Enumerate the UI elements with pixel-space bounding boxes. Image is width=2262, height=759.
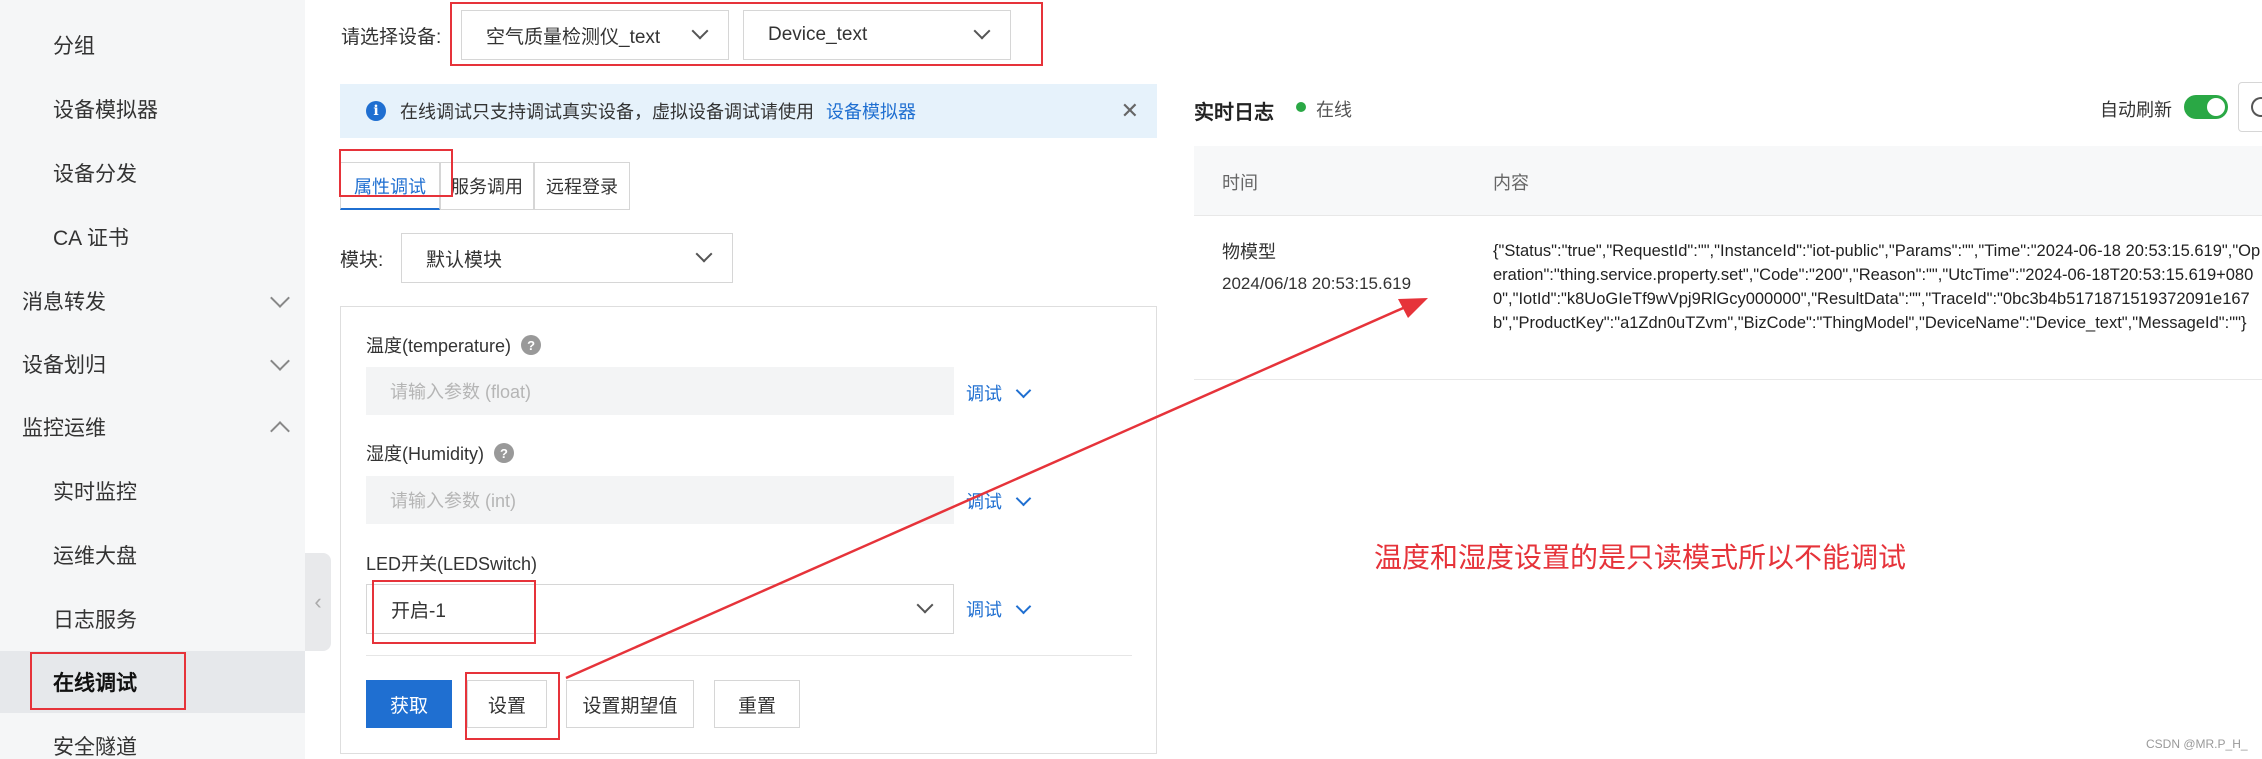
info-icon: i [366,101,386,121]
column-header-time: 时间 [1222,173,1258,193]
sidebar-item-label: 安全隧道 [53,736,137,759]
sidebar-item-label: 设备分发 [53,163,137,186]
sidebar-item-device-simulator[interactable]: 设备模拟器 [0,78,305,140]
sidebar-item-label: 日志服务 [53,609,137,632]
temperature-debug-link[interactable]: 调试 [966,380,1032,406]
sidebar-item-label: CA 证书 [53,227,129,250]
refresh-icon [2251,97,2262,117]
property-label-text: LED开关(LEDSwitch) [366,554,538,574]
chevron-down-icon [1015,490,1032,506]
property-label-text: 湿度(Humidity) [366,444,485,464]
get-button[interactable]: 获取 [366,680,452,728]
module-label: 模块: [340,250,384,271]
module-select-value: 默认模块 [426,249,503,271]
column-header-content: 内容 [1493,173,1529,193]
help-icon[interactable]: ? [521,335,542,355]
highlight-box [339,149,453,197]
highlight-box [450,2,1043,66]
log-time: 2024/06/18 20:53:15.619 [1222,274,1412,293]
chevron-up-icon [270,421,290,441]
tab-remote-login[interactable]: 远程登录 [534,162,630,210]
chevron-down-icon [270,351,290,371]
chevron-left-icon: ‹ [314,589,322,614]
button-label: 获取 [389,695,428,717]
temperature-input[interactable]: 请输入参数 (float) [366,367,954,415]
tab-label: 远程登录 [546,177,618,197]
property-label-text: 温度(temperature) [366,336,512,356]
property-label-temperature: 温度(temperature) ? [366,332,542,358]
close-icon[interactable]: ✕ [1121,98,1139,124]
chevron-down-icon [695,245,713,263]
auto-refresh-label: 自动刷新 [2100,100,2172,120]
set-expected-button[interactable]: 设置期望值 [566,680,694,728]
auto-refresh-toggle[interactable] [2184,95,2228,119]
device-select-label: 请选择设备: [341,27,442,48]
property-label-humidity: 湿度(Humidity) ? [366,440,515,466]
sidebar-item-device-distribution[interactable]: 设备分发 [0,142,305,204]
chevron-down-icon [1015,598,1032,614]
sidebar-item-secure-tunnel[interactable]: 安全隧道 [0,715,305,759]
sidebar-item-label: 监控运维 [22,417,106,440]
sidebar-item-label: 设备模拟器 [53,99,158,122]
log-content: {"Status":"true","RequestId":"","Instanc… [1493,242,2261,332]
sidebar-collapse-handle[interactable]: ‹ [305,553,331,651]
sidebar-item-ca-cert[interactable]: CA 证书 [0,206,305,268]
log-type: 物模型 [1222,242,1276,262]
banner-text: 在线调试只支持调试真实设备，虚拟设备调试请使用 [400,102,814,122]
debug-label: 调试 [966,492,1002,512]
info-banner: i 在线调试只支持调试真实设备，虚拟设备调试请使用 设备模拟器 ✕ [340,84,1157,138]
tab-label: 服务调用 [451,177,523,197]
chevron-down-icon [916,596,934,614]
annotation-text: 温度和湿度设置的是只读模式所以不能调试 [1374,542,1907,573]
highlight-box [372,580,536,644]
reset-button[interactable]: 重置 [714,680,800,728]
tab-service-call[interactable]: 服务调用 [440,162,534,210]
sidebar-group-monitoring-ops[interactable]: 监控运维 [0,396,305,458]
sidebar-item-label: 设备划归 [22,354,106,377]
sidebar-item-log-service[interactable]: 日志服务 [0,588,305,650]
log-table-header: 时间 内容 [1194,146,2262,216]
debug-label: 调试 [966,600,1002,620]
input-placeholder: 请输入参数 (float) [390,382,532,402]
humidity-debug-link[interactable]: 调试 [966,488,1032,514]
refresh-button[interactable] [2238,82,2262,132]
sidebar-group-device-assign[interactable]: 设备划归 [0,333,305,395]
button-label: 设置期望值 [582,695,678,717]
toggle-knob [2207,98,2225,116]
help-icon[interactable]: ? [494,443,515,463]
sidebar-item-group[interactable]: 分组 [0,14,305,76]
sidebar-group-message-forward[interactable]: 消息转发 [0,270,305,332]
sidebar: 分组 设备模拟器 设备分发 CA 证书 消息转发 设备划归 监控运维 实时监控 … [0,0,305,759]
online-status-text: 在线 [1316,100,1352,120]
sidebar-item-label: 实时监控 [53,481,137,504]
device-simulator-link[interactable]: 设备模拟器 [826,98,916,124]
divider [366,655,1132,656]
sidebar-item-label: 分组 [53,35,95,58]
log-title: 实时日志 [1194,102,1274,124]
sidebar-item-ops-dashboard[interactable]: 运维大盘 [0,524,305,586]
chevron-down-icon [1015,382,1032,398]
online-status-dot [1296,102,1306,112]
highlight-box [30,652,186,710]
input-placeholder: 请输入参数 (int) [390,491,516,511]
led-switch-debug-link[interactable]: 调试 [966,596,1032,622]
highlight-box [465,672,560,740]
chevron-down-icon [270,288,290,308]
button-label: 重置 [737,695,776,717]
module-select[interactable]: 默认模块 [401,233,733,283]
humidity-input[interactable]: 请输入参数 (int) [366,476,954,524]
property-label-led-switch: LED开关(LEDSwitch) [366,550,537,576]
watermark: CSDN @MR.P_H_ [2146,737,2248,751]
sidebar-item-realtime-monitor[interactable]: 实时监控 [0,460,305,522]
sidebar-item-label: 消息转发 [22,291,106,314]
debug-label: 调试 [966,384,1002,404]
sidebar-item-label: 运维大盘 [53,545,137,568]
